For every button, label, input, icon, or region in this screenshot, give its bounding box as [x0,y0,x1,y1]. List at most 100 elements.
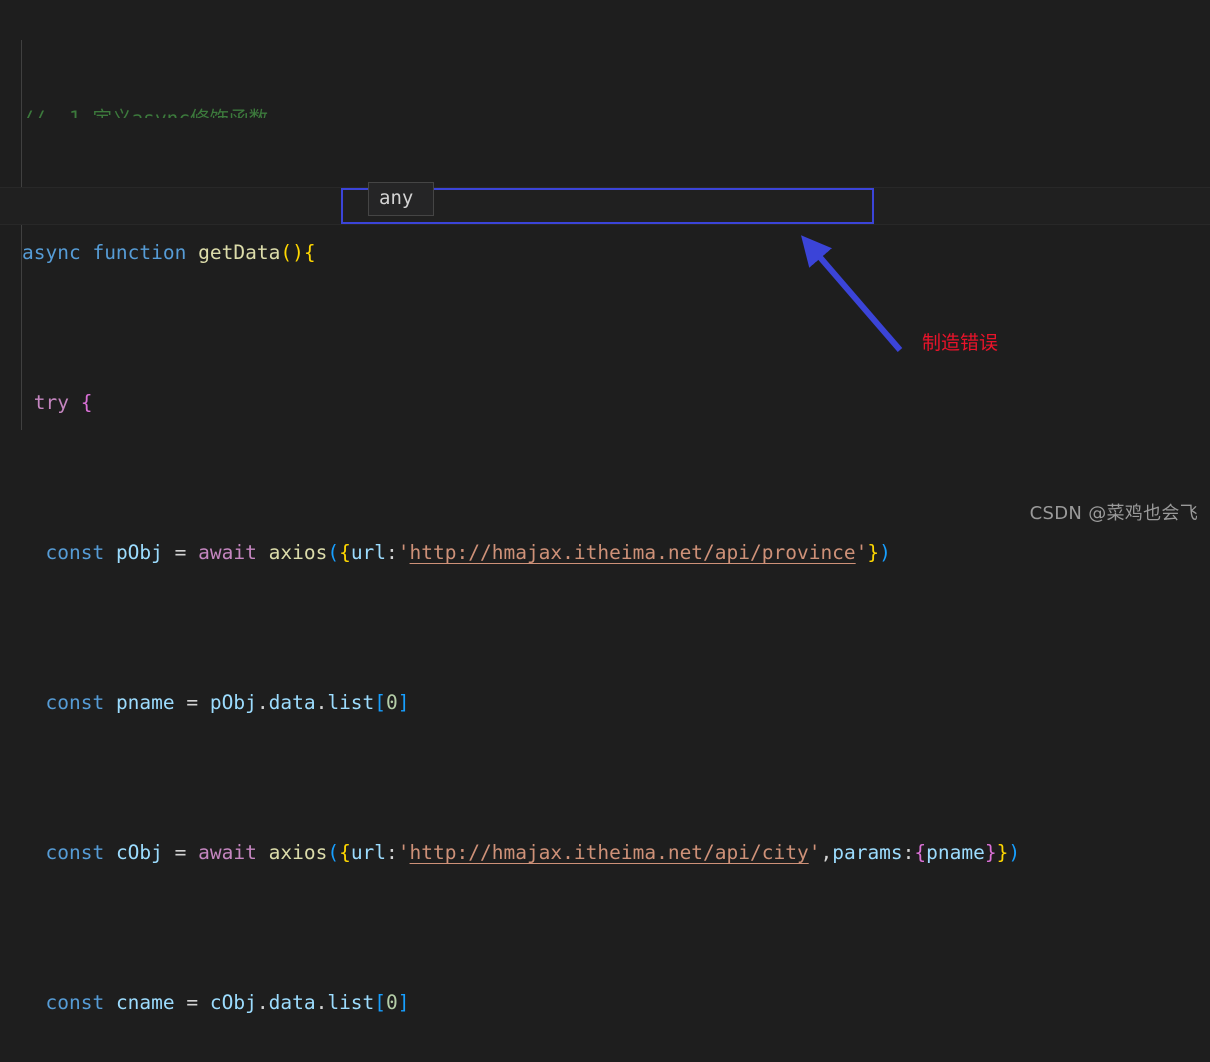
hover-type-tooltip: any [368,182,434,216]
dot: . [256,691,269,714]
keyword-const: const [45,541,105,564]
keyword-await: await [198,841,257,864]
object-pobj: pObj [209,691,257,714]
annotation-arrow [801,235,903,352]
code-line-1: async function getData(){ [0,238,1210,268]
operator-assign: = [174,841,187,864]
keyword-const: const [45,841,105,864]
keyword-try: try [33,391,69,414]
bracket-close: ] [397,691,410,714]
property-list: list [327,691,375,714]
quote-close: ' [808,841,821,864]
brace-open: { [80,391,93,414]
property-data: data [268,691,316,714]
comment-text: // 1.定义async修饰函数 [22,107,268,118]
paren-close: ) [1008,841,1021,864]
property-data: data [268,991,316,1014]
quote-open: ' [397,541,410,564]
dot: . [315,991,328,1014]
variable-pname: pname [115,691,175,714]
function-axios: axios [268,841,328,864]
paren-close: ) [879,541,891,564]
keyword-const: const [45,691,105,714]
brace-close: } [996,841,1009,864]
brace-close: } [984,841,997,864]
keyword-function: function [92,241,187,264]
code-line-6: const cname = cObj.data.list[0] [0,988,1210,1018]
index-number: 0 [386,691,398,714]
paren-close: ) [292,241,304,264]
dot: . [256,991,269,1014]
paren-open: ( [327,841,340,864]
code-line-4: const pname = pObj.data.list[0] [0,688,1210,718]
property-list: list [327,991,375,1014]
operator-assign: = [186,691,199,714]
index-number: 0 [386,991,398,1014]
bracket-close: ] [397,991,410,1014]
watermark: CSDN @菜鸡也会飞 [1029,503,1198,524]
paren-open: ( [280,241,293,264]
brace-open: { [339,541,351,564]
brace-open: { [339,841,351,864]
bracket-open: [ [374,691,387,714]
comma: , [820,841,833,864]
bracket-open: [ [374,991,387,1014]
function-axios: axios [268,541,328,564]
code-line-3: const pObj = await axios({url:'http://hm… [0,538,1210,568]
colon: : [386,541,398,564]
function-name-getdata: getData [198,241,281,264]
shorthand-pname: pname [926,841,985,864]
colon: : [902,841,915,864]
object-key-params: params [832,841,903,864]
brace-open: { [914,841,927,864]
annotation-label: 制造错误 [922,332,999,354]
variable-pobj: pObj [115,541,163,564]
url-province[interactable]: http://hmajax.itheima.net/api/province [410,541,856,564]
colon: : [386,841,398,864]
url-city[interactable]: http://hmajax.itheima.net/api/city [410,841,809,864]
brace-open: { [303,241,316,264]
quote-open: ' [397,841,410,864]
code-line-5: const cObj = await axios({url:'http://hm… [0,838,1210,868]
operator-assign: = [174,541,187,564]
hover-tooltip-text: any [379,187,414,209]
brace-close: } [867,541,880,564]
quote-close: ' [855,541,868,564]
keyword-const: const [45,991,105,1014]
code-content[interactable]: // 1.定义async修饰函数 async function getData(… [0,0,1210,1062]
keyword-await: await [198,541,257,564]
variable-cname: cname [115,991,175,1014]
paren-open: ( [327,541,340,564]
operator-assign: = [186,991,199,1014]
keyword-async: async [22,241,81,264]
object-cobj: cObj [209,991,257,1014]
code-line-comment: // 1.定义async修饰函数 [0,104,1210,118]
variable-cobj: cObj [115,841,163,864]
code-line-2: try { [0,388,1210,418]
code-editor[interactable]: // 1.定义async修饰函数 async function getData(… [0,0,1210,1014]
dot: . [315,691,328,714]
object-key-url: url [350,541,387,564]
object-key-url: url [350,841,387,864]
